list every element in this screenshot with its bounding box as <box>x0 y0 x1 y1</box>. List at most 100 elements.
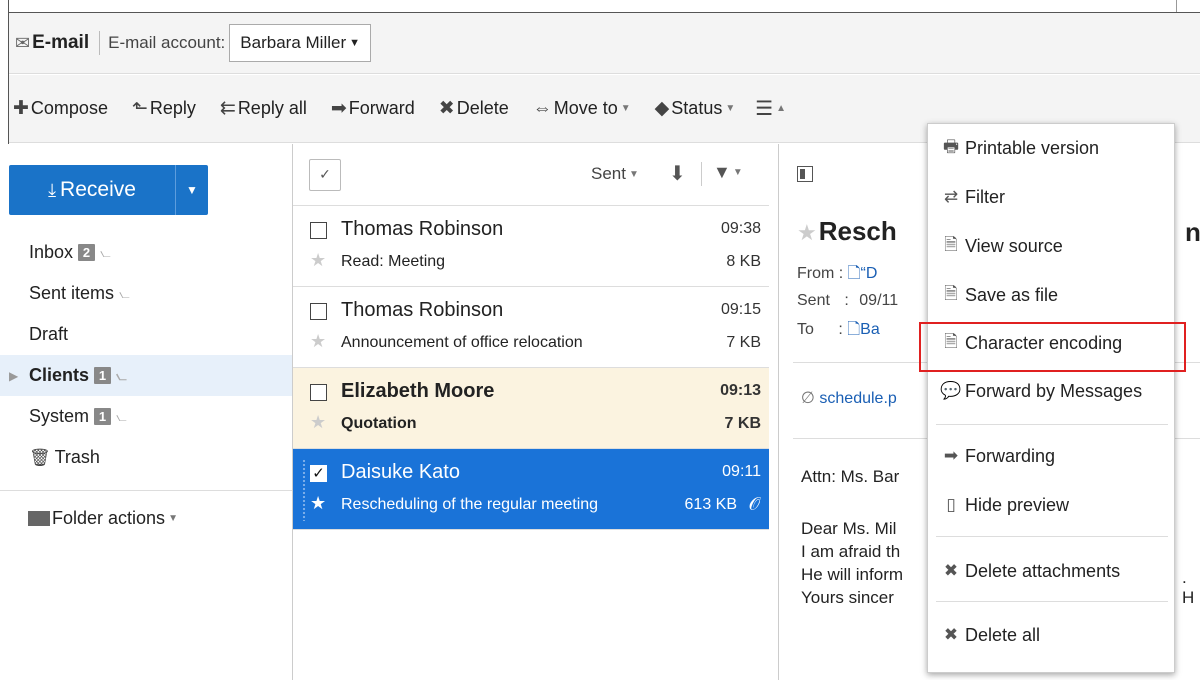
preview-sent: Sent : 09/11 <box>797 292 899 309</box>
preview-subject: ★Resch <box>797 216 897 247</box>
menu-item-label: Forwarding <box>965 445 1056 466</box>
move-to-button[interactable]: ⇔ Move to ▼ <box>533 98 631 120</box>
menu-item-filter[interactable]: ⇄ Filter <box>928 175 1176 219</box>
folder-inbox[interactable]: Inbox 2 ⦦ <box>0 232 292 273</box>
document-icon: 🗎 <box>944 283 958 303</box>
panel-icon: ▯ <box>946 495 956 514</box>
folder-draft[interactable]: Draft <box>0 314 292 355</box>
attachment-name: schedule.p <box>819 390 897 407</box>
menu-item-forwarding[interactable]: ➡ Forwarding <box>928 434 1176 478</box>
forward-button[interactable]: ➡ Forward <box>331 97 415 120</box>
body-line: Dear Ms. Mil <box>801 519 897 538</box>
delete-button[interactable]: ✖ Delete <box>439 97 509 120</box>
message-row-unread[interactable]: Elizabeth Moore 09:13 ★ Quotation 7 KB <box>293 368 769 449</box>
star-icon[interactable]: ★ <box>310 493 326 514</box>
drag-handle[interactable] <box>302 459 306 521</box>
delete-label: Delete <box>456 98 509 118</box>
paperclip-icon: ∅ <box>801 390 815 407</box>
plus-icon: ✚ <box>13 98 29 119</box>
document-icon: 🗎 <box>944 234 958 254</box>
menu-item-label: Forward by Messages <box>965 380 1143 401</box>
star-icon[interactable]: ★ <box>310 250 326 271</box>
menu-divider <box>936 536 1168 537</box>
x-icon: ✖ <box>943 625 959 644</box>
folder-sent-items[interactable]: Sent items ⦦ <box>0 273 292 314</box>
message-size: 7 KB <box>724 415 761 432</box>
folder-actions-button[interactable]: Folder actions ▼ <box>0 490 292 546</box>
message-row-selected[interactable]: ✓ Daisuke Kato 09:11 ★ Rescheduling of t… <box>293 449 769 530</box>
menu-item-printable-version[interactable]: 🖶 Printable version <box>928 126 1176 170</box>
tag-icon: ◆ <box>654 98 670 119</box>
message-size: 613 KB <box>684 496 737 513</box>
receive-button[interactable]: ⤓ Receive <box>9 165 176 215</box>
star-icon[interactable]: ★ <box>310 331 326 352</box>
star-icon[interactable]: ★ <box>797 220 817 245</box>
menu-item-delete-all[interactable]: ✖ Delete all <box>928 613 1176 657</box>
menu-item-delete-attachments[interactable]: ✖ Delete attachments <box>928 549 1176 593</box>
compose-label: Compose <box>30 98 108 118</box>
select-all-checkbox[interactable]: ✓ <box>309 158 341 191</box>
folder-label: Draft <box>29 324 69 344</box>
attachment-link[interactable]: ∅ schedule.p <box>801 388 897 408</box>
folder-label: Clients <box>29 365 90 385</box>
message-checkbox[interactable] <box>310 384 327 401</box>
account-label: E-mail account: <box>108 33 226 52</box>
menu-item-forward-by-messages[interactable]: 💬 Forward by Messages <box>928 369 1176 413</box>
message-subject: Quotation <box>341 415 417 432</box>
feed-icon: ⦦ <box>116 367 127 383</box>
menu-item-label: Delete all <box>965 624 1041 645</box>
account-select[interactable]: Barbara Miller ▼ <box>229 24 371 62</box>
reply-button[interactable]: ⬑ Reply <box>132 97 196 120</box>
message-checkbox[interactable] <box>310 222 327 239</box>
folder-trash[interactable]: 🗑 Trash <box>0 437 292 478</box>
menu-item-label: View source <box>965 235 1063 256</box>
menu-item-hide-preview[interactable]: ▯ Hide preview <box>928 483 1176 527</box>
reply-label: Reply <box>149 98 196 118</box>
from-value[interactable]: 🗋“D <box>848 265 878 282</box>
collapse-pane-icon[interactable] <box>797 166 813 182</box>
status-button[interactable]: ◆ Status ▼ <box>655 97 736 120</box>
body-line-tail: . H <box>1182 568 1195 607</box>
compose-button[interactable]: ✚ Compose <box>13 97 108 120</box>
message-sender: Elizabeth Moore <box>341 380 495 402</box>
message-checkbox[interactable]: ✓ <box>310 465 327 482</box>
receive-dropdown-button[interactable]: ▼ <box>176 165 208 215</box>
filter-dropdown[interactable]: ▼ ▼ <box>713 162 743 183</box>
message-time: 09:11 <box>722 463 761 480</box>
menu-divider <box>936 601 1168 602</box>
menu-item-save-as-file[interactable]: 🗎 Save as file <box>928 273 1176 317</box>
folder-clients[interactable]: ▶ Clients 1 ⦦ <box>0 355 292 396</box>
app-title: E-mail <box>32 32 90 53</box>
star-icon[interactable]: ★ <box>310 412 326 433</box>
attachment-icon: 𝒪 <box>748 494 760 514</box>
unread-badge: 1 <box>94 408 112 425</box>
folder-label: Inbox <box>29 242 74 262</box>
printer-icon: 🖶 <box>942 136 960 156</box>
to-value[interactable]: 🗋Ba <box>847 321 879 338</box>
preview-from: From : 🗋“D <box>797 262 877 289</box>
sort-descending-icon[interactable]: ⬇ <box>669 161 686 186</box>
body-line: I am afraid th <box>801 542 901 561</box>
expand-icon[interactable]: ▶ <box>9 369 18 383</box>
message-checkbox[interactable] <box>310 303 327 320</box>
message-row[interactable]: Thomas Robinson 09:38 ★ Read: Meeting 8 … <box>293 206 769 287</box>
header-divider <box>99 31 101 55</box>
message-time: 09:13 <box>720 382 761 399</box>
receive-button-group: ⤓ Receive ▼ <box>9 165 208 215</box>
menu-item-view-source[interactable]: 🗎 View source <box>928 224 1176 268</box>
sort-label: Sent <box>591 164 626 183</box>
message-sender: Thomas Robinson <box>341 299 504 321</box>
preview-subject-text: Resch <box>818 216 897 246</box>
more-options-button[interactable]: ☰ ▲ <box>755 96 786 121</box>
sort-dropdown[interactable]: Sent ▼ <box>591 164 639 184</box>
message-row[interactable]: Thomas Robinson 09:15 ★ Announcement of … <box>293 287 769 368</box>
receive-label: Receive <box>60 178 136 201</box>
move-to-label: Move to <box>553 98 618 118</box>
menu-item-character-encoding[interactable]: 🗎 Character encoding <box>928 321 1176 365</box>
envelope-icon: ✉ <box>15 32 31 53</box>
folder-system[interactable]: System 1 ⦦ <box>0 396 292 437</box>
status-label: Status <box>671 98 723 118</box>
folder-sidebar: ⤓ Receive ▼ Inbox 2 ⦦ Sent items ⦦ Draft… <box>0 144 292 680</box>
chevron-down-icon: ▼ <box>725 103 736 114</box>
reply-all-button[interactable]: ⇇ Reply all <box>220 97 307 120</box>
